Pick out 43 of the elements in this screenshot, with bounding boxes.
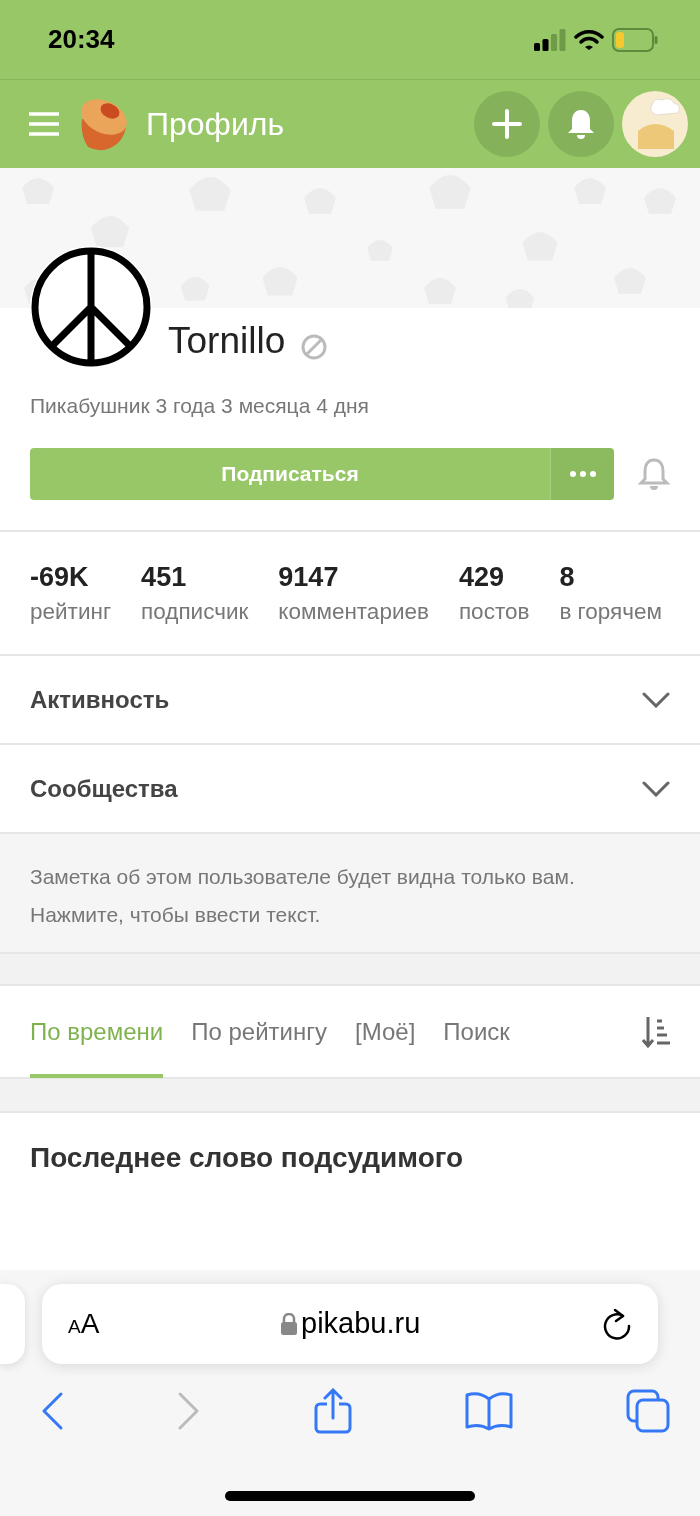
battery-icon [612,27,658,52]
more-button[interactable] [550,447,614,500]
sort-tab[interactable]: Поиск [443,985,510,1079]
reload-button[interactable] [602,1308,632,1340]
section-header[interactable]: Сообщества [0,745,700,835]
avatar-icon[interactable] [622,91,688,157]
signal-icon [534,28,566,51]
section-header[interactable]: Активность [0,656,700,746]
notify-bell-button[interactable] [638,456,670,491]
sort-tab[interactable]: По времени [30,985,164,1079]
stat-value: 8 [559,560,576,594]
plus-icon [492,109,522,139]
sort-tab[interactable]: [Моё] [355,985,416,1079]
stat-value: 451 [141,560,188,594]
stat-value: 429 [458,560,505,594]
address-bar[interactable]: AA pikabu.ru [42,1284,658,1364]
page-title: Профиль [146,105,285,144]
stat-label: подписчик [141,597,249,626]
sort-tab[interactable]: По рейтингу [191,985,327,1079]
more-icon [568,469,597,478]
sort-button[interactable] [642,1014,670,1049]
bookmarks-button[interactable] [465,1391,513,1431]
post-title: Последнее слово подсудимого [30,1141,465,1176]
stat-label: комментариев [278,597,429,626]
menu-button[interactable] [28,111,60,137]
share-button[interactable] [314,1388,352,1434]
wifi-icon [574,28,604,51]
member-since-text: Пикабушник 3 года 3 месяца 4 дня [30,393,370,419]
stat-label: в горячем [559,597,662,626]
tabs-button[interactable] [626,1389,670,1433]
username: Tornillo [168,318,286,363]
blocked-icon [301,334,328,360]
text-size-button[interactable]: AA [68,1303,100,1345]
stat-value: 9147 [278,560,340,594]
bell-icon [567,108,595,140]
stat-label: рейтинг [30,597,112,626]
status-time: 20:34 [48,23,115,56]
stat-value: -69K [30,560,90,594]
back-button[interactable] [40,1391,64,1431]
lock-icon [281,1313,298,1335]
stat-label: постов [458,597,530,626]
forward-button[interactable] [177,1391,201,1431]
url-text: pikabu.ru [301,1306,421,1342]
